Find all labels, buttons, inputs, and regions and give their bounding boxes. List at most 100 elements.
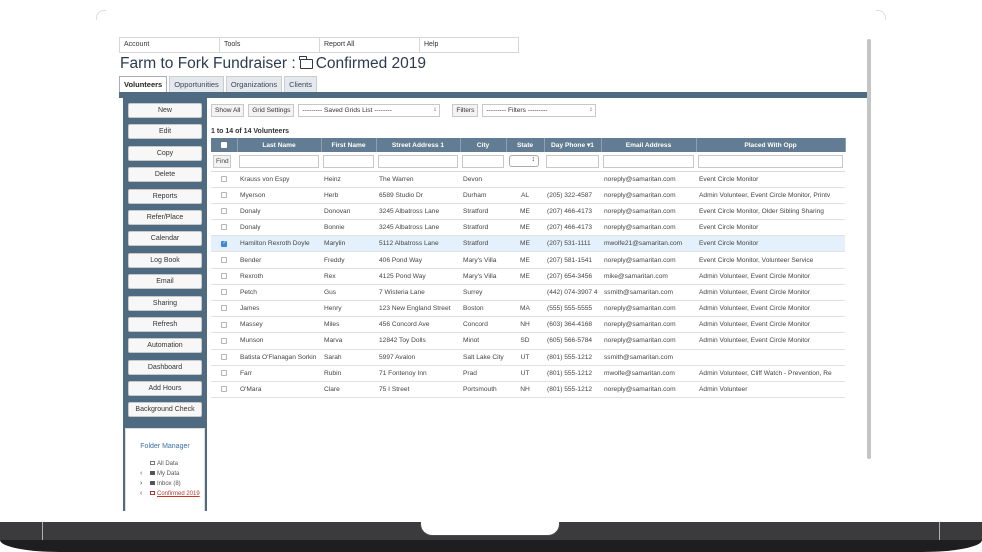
table-row[interactable]: Hamilton Rexroth DoyleMarylin5112 Albatr… (211, 235, 845, 253)
column-header-city[interactable]: City (460, 138, 507, 152)
show-all-button[interactable]: Show All (211, 103, 245, 117)
copy-button[interactable]: Copy (128, 145, 202, 161)
background-check-button[interactable]: Background Check (128, 402, 202, 418)
table-row[interactable]: Bender Freddy 406 Pond Way Mary's Villa ME (2… (211, 251, 845, 269)
row-checkbox[interactable] (221, 224, 227, 231)
row-checkbox-cell[interactable] (211, 316, 237, 334)
table-row[interactable]: Krauss von Espy Heinz The Warren Devon norep… (211, 171, 845, 188)
table-row[interactable]: Farr Rubin 71 Fontenoy Inn Prad UT (801) 555-… (211, 365, 845, 382)
folder-item-all-data[interactable]: All Data (126, 459, 204, 469)
table-row[interactable]: Munson Marva 12842 Toy Dolls Minot SD (605) 5… (211, 332, 845, 350)
folder-item-confirmed-2019[interactable]: ‹ Confirmed 2019 (126, 489, 204, 499)
row-checkbox-cell[interactable] (211, 284, 237, 302)
row-checkbox-cell[interactable] (211, 251, 237, 269)
table-row[interactable]: Donaly Bonnie 3245 Albatross Lane Stratford… (211, 219, 845, 237)
sharing-button[interactable]: Sharing (128, 295, 202, 311)
filter-state-select[interactable] (509, 155, 539, 168)
menu-account[interactable]: Account (119, 37, 219, 53)
email-button[interactable]: Email (128, 274, 202, 290)
folder-item-inbox[interactable]: › Inbox (8) (126, 479, 204, 489)
column-header-placed-with-opp[interactable]: Placed With Opp (696, 138, 846, 152)
select-all-checkbox-cell[interactable] (211, 138, 238, 152)
table-row[interactable]: Batista O'Flanagan Sorkin Sarah 5997 Avalo… (211, 349, 845, 366)
table-row[interactable]: Petch Gus 7 Wisteria Lane Surrey (442) 074-3… (211, 284, 845, 302)
tab-organizations[interactable]: Organizations (225, 76, 283, 92)
row-checkbox-cell[interactable] (211, 381, 237, 399)
filter-placed-input[interactable] (698, 154, 843, 168)
chevron-left-icon[interactable]: ‹ (140, 489, 142, 499)
add-hours-button[interactable]: Add Hours (128, 381, 202, 397)
table-row[interactable]: James Henry 123 New England Street Boston MA… (211, 300, 845, 318)
column-header-state[interactable]: State (506, 138, 545, 152)
row-checkbox[interactable] (221, 305, 227, 312)
cell-placed: Event Circle Monitor (696, 219, 845, 237)
find-button[interactable]: Find (213, 154, 231, 168)
dashboard-button[interactable]: Dashboard (128, 359, 202, 375)
row-checkbox-cell[interactable] (211, 300, 237, 318)
filter-phone-input[interactable] (546, 154, 599, 168)
chevron-left-icon[interactable]: ‹ (140, 469, 142, 479)
row-checkbox[interactable] (221, 289, 227, 296)
vertical-scrollbar[interactable] (867, 39, 871, 459)
row-checkbox-cell[interactable] (211, 268, 237, 285)
column-header-last-name[interactable]: Last Name (237, 138, 322, 152)
log-book-button[interactable]: Log Book (128, 252, 202, 268)
column-header-first-name[interactable]: First Name (321, 138, 377, 152)
delete-button[interactable]: Delete (128, 167, 202, 183)
folder-manager-title[interactable]: Folder Manager (126, 443, 204, 450)
column-header-email[interactable]: Email Address (601, 138, 697, 152)
table-row[interactable]: O'Mara Clare 75 I Street Portsmouth NH (801) … (211, 381, 845, 399)
refer-place-button[interactable]: Refer/Place (128, 209, 202, 225)
row-checkbox[interactable] (221, 370, 227, 377)
row-checkbox-cell[interactable] (211, 219, 237, 237)
row-checkbox-cell[interactable] (211, 203, 237, 221)
row-checkbox[interactable] (221, 192, 227, 199)
row-checkbox-cell[interactable] (211, 187, 237, 204)
reports-button[interactable]: Reports (128, 188, 202, 204)
filter-email-input[interactable] (603, 154, 694, 168)
filter-street-input[interactable] (378, 154, 458, 168)
grid-settings-button[interactable]: Grid Settings (248, 103, 295, 117)
chevron-right-icon[interactable]: › (140, 479, 142, 489)
row-checkbox-cell[interactable] (211, 235, 237, 253)
tab-opportunities[interactable]: Opportunities (169, 76, 224, 92)
new-button[interactable]: New (128, 103, 202, 118)
row-checkbox[interactable] (221, 175, 227, 182)
scrollbar-thumb[interactable] (867, 39, 871, 459)
menu-report-all[interactable]: Report All (319, 37, 419, 53)
select-all-checkbox[interactable] (220, 141, 227, 148)
table-row[interactable]: Myerson Herb 6589 Studio Dr Durham AL (205) 3… (211, 187, 845, 204)
table-row[interactable]: Massey Miles 456 Concord Ave Concord NH (603)… (211, 316, 845, 334)
saved-grids-select[interactable]: --------- Saved Grids List -------- ↕ (298, 103, 441, 117)
refresh-button[interactable]: Refresh (128, 316, 202, 332)
calendar-button[interactable]: Calendar (128, 231, 202, 247)
row-checkbox[interactable] (221, 272, 227, 279)
row-checkbox-cell[interactable] (211, 171, 237, 188)
row-checkbox[interactable] (221, 208, 227, 215)
edit-button[interactable]: Edit (128, 124, 202, 140)
automation-button[interactable]: Automation (128, 338, 202, 354)
row-checkbox[interactable] (221, 337, 227, 344)
tab-volunteers[interactable]: Volunteers (119, 76, 168, 92)
menu-help[interactable]: Help (419, 37, 519, 53)
row-checkbox[interactable] (221, 256, 227, 263)
row-checkbox[interactable] (221, 321, 227, 328)
row-checkbox[interactable] (221, 240, 227, 247)
filter-last-name-input[interactable] (239, 154, 319, 168)
tab-clients[interactable]: Clients (284, 76, 318, 92)
filters-button[interactable]: Filters (452, 103, 479, 117)
row-checkbox[interactable] (221, 353, 227, 360)
row-checkbox-cell[interactable] (211, 332, 237, 350)
column-header-day-phone[interactable]: Day Phone ▾1 (544, 138, 602, 152)
filter-first-name-input[interactable] (323, 154, 374, 168)
table-row[interactable]: Donaly Donovan 3245 Albatross Lane Stratfor… (211, 203, 845, 221)
row-checkbox-cell[interactable] (211, 365, 237, 382)
row-checkbox[interactable] (221, 386, 227, 393)
row-checkbox-cell[interactable] (211, 349, 237, 366)
menu-tools[interactable]: Tools (219, 37, 319, 53)
filter-city-input[interactable] (462, 154, 504, 168)
folder-item-my-data[interactable]: ‹ My Data (126, 469, 204, 479)
filters-select[interactable]: --------- Filters --------- ↕ (482, 103, 597, 117)
column-header-street-address[interactable]: Street Address 1 (376, 138, 461, 152)
table-row[interactable]: Rexroth Rex 4125 Pond Way Mary's Villa ME (20… (211, 268, 845, 285)
